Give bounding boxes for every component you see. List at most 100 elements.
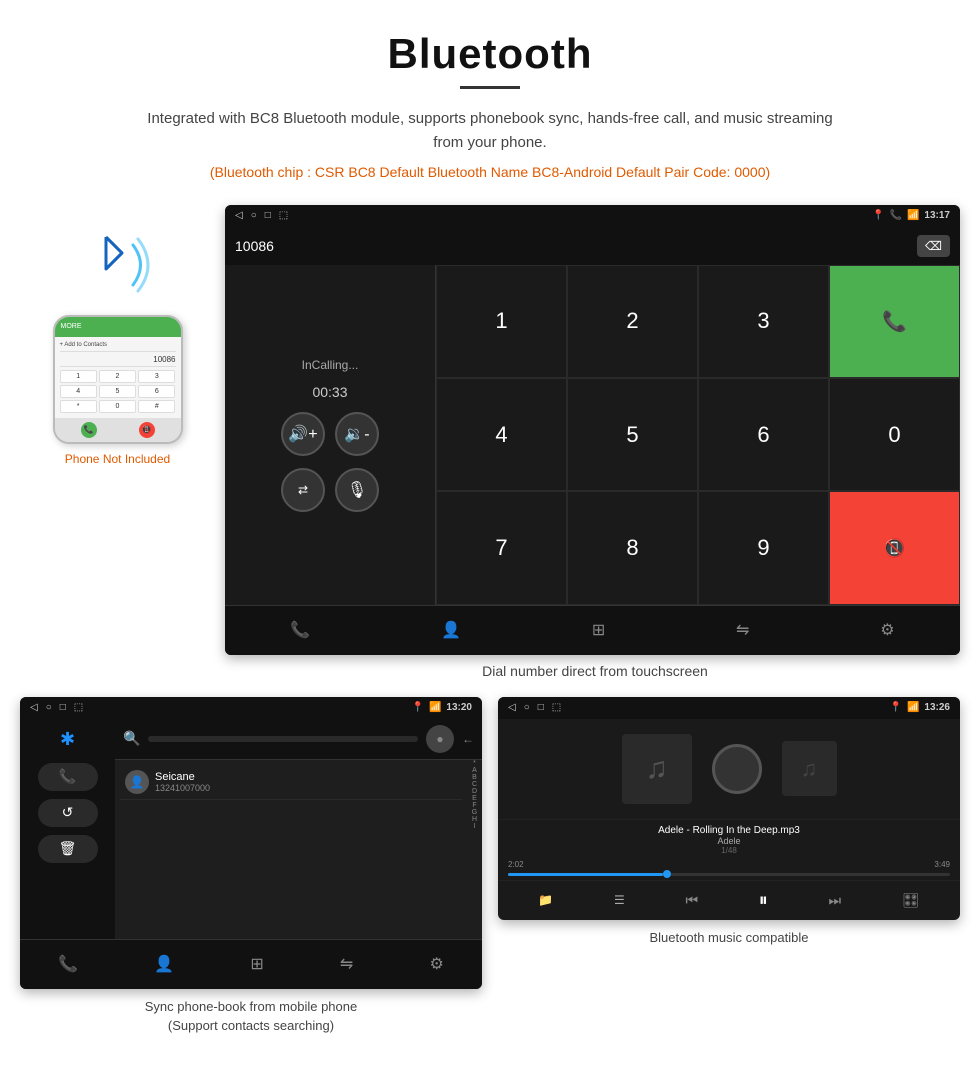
nav-grid-icon[interactable]: ⊞: [592, 620, 605, 640]
dial-key-7[interactable]: 7: [436, 491, 567, 604]
phonebook-android-screen: ◁ ○ □ ⬚ 📍 📶 13:20 ✱: [20, 697, 482, 989]
nav-transfer-icon[interactable]: ⇋: [736, 620, 749, 640]
phone-key-5[interactable]: 5: [99, 385, 136, 398]
nav-settings-icon[interactable]: ⚙: [880, 620, 894, 640]
dial-key-0[interactable]: 0: [829, 378, 960, 491]
pb-back-icon[interactable]: ◁: [30, 702, 38, 713]
back-nav-icon[interactable]: ◁: [235, 210, 243, 221]
phone-key-4[interactable]: 4: [60, 385, 97, 398]
phone-key-8[interactable]: 0: [99, 400, 136, 413]
pb-home-icon[interactable]: ○: [46, 702, 52, 713]
phone-key-6[interactable]: 6: [138, 385, 175, 398]
dial-key-2[interactable]: 2: [567, 265, 698, 378]
phone-key-3[interactable]: 3: [138, 370, 175, 383]
pb-nav-grid-icon[interactable]: ⊞: [250, 954, 263, 974]
phonebook-status-bar: ◁ ○ □ ⬚ 📍 📶 13:20: [20, 697, 482, 719]
bluetooth-sidebar-icon: ✱: [60, 729, 75, 750]
pb-search-bar: 🔍 ● ←: [115, 719, 482, 760]
pb-contacts-list: 👤 Seicane 13241007000: [115, 760, 467, 939]
phone-key-7[interactable]: *: [60, 400, 97, 413]
album-art-right: ♫: [782, 741, 837, 796]
dial-key-5[interactable]: 5: [567, 378, 698, 491]
dial-keypad-grid: 1 2 3 📞 4 5 6 0 7 8 9 📵: [435, 265, 960, 605]
phone-not-included-label: Phone Not Included: [65, 452, 170, 466]
music-equalizer-icon[interactable]: 🎛: [902, 892, 920, 909]
pb-search-field[interactable]: [148, 736, 418, 742]
microphone-button[interactable]: 🎙: [335, 468, 379, 512]
pb-sync-btn[interactable]: ↺: [38, 799, 98, 827]
dial-status-text: InCalling...: [302, 358, 359, 372]
dial-key-8[interactable]: 8: [567, 491, 698, 604]
pb-status-right: 📍 📶 13:20: [412, 702, 472, 713]
music-prev-button[interactable]: ⏮: [685, 892, 698, 909]
page-description: Integrated with BC8 Bluetooth module, su…: [140, 107, 840, 155]
phonebook-caption-line2: (Support contacts searching): [168, 1018, 334, 1033]
pb-bottom-nav: 📞 👤 ⊞ ⇋ ⚙: [20, 939, 482, 989]
top-caption: Dial number direct from touchscreen: [482, 663, 708, 679]
nav-phone-icon[interactable]: 📞: [290, 620, 310, 640]
page-header: Bluetooth Integrated with BC8 Bluetooth …: [0, 0, 980, 195]
music-home-icon[interactable]: ○: [524, 702, 530, 713]
music-android-screen: ◁ ○ □ ⬚ 📍 📶 13:26 ♫: [498, 697, 960, 920]
music-folder-icon[interactable]: 📁: [538, 893, 553, 907]
transfer-button[interactable]: ⇄: [281, 468, 325, 512]
music-recent-icon[interactable]: □: [538, 702, 544, 713]
dial-key-3[interactable]: 3: [698, 265, 829, 378]
music-list-icon[interactable]: ☰: [614, 893, 625, 907]
location-icon: 📍: [872, 210, 884, 221]
music-info-bar: Adele - Rolling In the Deep.mp3 Adele 1/…: [498, 819, 960, 860]
bluetooth-signal-icon: [78, 225, 158, 305]
wifi-icon: 📶: [907, 210, 919, 221]
music-next-button[interactable]: ⏭: [828, 892, 841, 909]
music-back-icon[interactable]: ◁: [508, 702, 516, 713]
phone-key-1[interactable]: 1: [60, 370, 97, 383]
pb-nav-transfer-icon[interactable]: ⇋: [340, 954, 353, 974]
backspace-button[interactable]: ⌫: [917, 235, 950, 257]
phone-key-2[interactable]: 2: [99, 370, 136, 383]
phone-call-button[interactable]: 📞: [81, 422, 97, 438]
progress-track: [508, 873, 950, 876]
phonebook-main: 🔍 ● ← 👤 Seicane: [115, 719, 482, 939]
dial-android-screen: ◁ ○ □ ⬚ 📍 📞 📶 13:17 10086 ⌫: [225, 205, 960, 655]
phone-end-button[interactable]: 📵: [139, 422, 155, 438]
pb-recent-icon[interactable]: □: [60, 702, 66, 713]
nav-contacts-icon[interactable]: 👤: [441, 620, 461, 640]
music-play-button[interactable]: ⏸: [759, 890, 768, 911]
bottom-row: ◁ ○ □ ⬚ 📍 📶 13:20 ✱: [20, 697, 960, 1036]
dial-key-9[interactable]: 9: [698, 491, 829, 604]
dial-controls-row1: 🔊+ 🔉-: [281, 412, 379, 456]
dial-key-end[interactable]: 📵: [829, 491, 960, 604]
phone-key-9[interactable]: #: [138, 400, 175, 413]
pb-call-btn[interactable]: 📞: [38, 763, 98, 791]
music-song-title: Adele - Rolling In the Deep.mp3: [503, 825, 955, 836]
album-art-left: ♫: [622, 734, 692, 804]
dial-key-call[interactable]: 📞: [829, 265, 960, 378]
pb-mic-circle: ●: [426, 725, 454, 753]
volume-up-button[interactable]: 🔊+: [281, 412, 325, 456]
music-track-number: 1/48: [503, 846, 955, 855]
pb-nav-phone-icon[interactable]: 📞: [58, 954, 78, 974]
music-progress-bar[interactable]: [498, 869, 960, 880]
pb-location-icon: 📍: [412, 702, 424, 713]
dial-key-6[interactable]: 6: [698, 378, 829, 491]
recent-nav-icon[interactable]: □: [265, 210, 271, 221]
pb-nav-settings-icon[interactable]: ⚙: [430, 954, 444, 974]
volume-down-button[interactable]: 🔉-: [335, 412, 379, 456]
phone-side: MORE + Add to Contacts 10086 1 2 3 4 5 6…: [20, 205, 215, 466]
pb-contact-item[interactable]: 👤 Seicane 13241007000: [120, 765, 462, 800]
dial-top-input-area: 10086 ⌫: [225, 227, 960, 265]
music-status-bar: ◁ ○ □ ⬚ 📍 📶 13:26: [498, 697, 960, 719]
pb-contact-info: Seicane 13241007000: [155, 771, 210, 793]
music-artist-name: Adele: [503, 836, 955, 846]
phone-top-bar: MORE: [55, 317, 181, 337]
dial-key-1[interactable]: 1: [436, 265, 567, 378]
pb-back-arrow[interactable]: ←: [462, 732, 474, 746]
pb-nav-contacts-icon[interactable]: 👤: [154, 954, 174, 974]
dial-key-4[interactable]: 4: [436, 378, 567, 491]
phone-more-btn: MORE: [61, 323, 82, 330]
music-caption: Bluetooth music compatible: [650, 928, 809, 948]
home-nav-icon[interactable]: ○: [251, 210, 257, 221]
pb-contacts-area: 👤 Seicane 13241007000 * A: [115, 760, 482, 939]
pb-delete-btn[interactable]: 🗑: [38, 835, 98, 863]
phone-keypad: 1 2 3 4 5 6 * 0 #: [60, 370, 176, 413]
